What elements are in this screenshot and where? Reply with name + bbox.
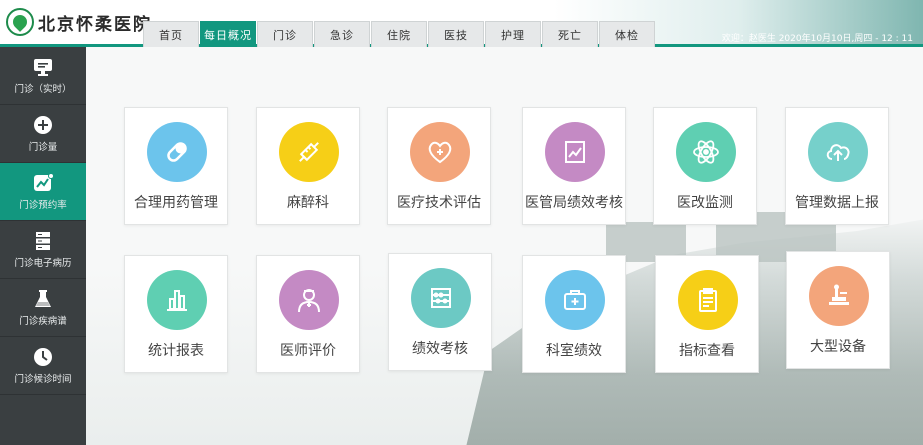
hospital-logo-icon — [6, 8, 34, 36]
sidebar-item-outpatient-realtime[interactable]: 门诊（实时） — [0, 47, 86, 105]
card-label: 医管局绩效考核 — [525, 195, 623, 211]
flask-icon — [32, 289, 54, 309]
card-label: 医师评价 — [280, 343, 336, 359]
card-label: 管理数据上报 — [795, 195, 879, 211]
tab-home[interactable]: 首页 — [143, 21, 199, 47]
card-anesthesiology[interactable]: 麻醉科 — [256, 107, 360, 225]
card-statistics-report[interactable]: 统计报表 — [124, 255, 228, 373]
card-label: 医改监测 — [677, 195, 733, 211]
tab-death[interactable]: 死亡 — [542, 21, 598, 47]
hospital-name: 北京怀柔医院 — [38, 15, 152, 35]
tab-inpatient[interactable]: 住院 — [371, 21, 427, 47]
pill-icon — [147, 122, 207, 182]
card-indicator-view[interactable]: 指标查看 — [655, 255, 759, 373]
main-content: 合理用药管理 麻醉科 医疗技术评估 医管局绩效考核 医改监测 管理数据上报 统计… — [86, 47, 923, 445]
scanner-icon — [809, 266, 869, 326]
card-department-performance[interactable]: 科室绩效 — [522, 255, 626, 373]
tab-medical-tech[interactable]: 医技 — [428, 21, 484, 47]
trend-chart-icon — [32, 172, 54, 193]
card-bureau-performance[interactable]: 医管局绩效考核 — [522, 107, 626, 225]
card-large-equipment[interactable]: 大型设备 — [786, 251, 890, 369]
clipboard-icon — [678, 270, 738, 330]
sidebar-item-label: 门诊量 — [28, 141, 58, 153]
sidebar-item-label: 门诊候诊时间 — [14, 373, 72, 385]
tab-daily-overview[interactable]: 每日概况 — [200, 21, 256, 47]
syringe-icon — [279, 122, 339, 182]
sidebar-item-label: 门诊疾病谱 — [19, 315, 67, 327]
plus-circle-icon — [32, 115, 54, 135]
sidebar-item-emr[interactable]: 门诊电子病历 — [0, 221, 86, 279]
sidebar-item-label: 门诊预约率 — [19, 199, 67, 211]
bar-chart-icon — [147, 270, 207, 330]
card-medical-reform-monitoring[interactable]: 医改监测 — [653, 107, 757, 225]
chart-board-icon — [545, 122, 605, 182]
card-label: 科室绩效 — [546, 343, 602, 359]
clock-icon — [32, 347, 54, 367]
tab-outpatient[interactable]: 门诊 — [257, 21, 313, 47]
sidebar-item-label: 门诊（实时） — [14, 83, 72, 95]
card-label: 合理用药管理 — [134, 195, 218, 211]
tab-nursing[interactable]: 护理 — [485, 21, 541, 47]
atom-icon — [676, 122, 736, 182]
card-label: 医疗技术评估 — [397, 195, 481, 211]
stethoscope-heart-icon — [410, 122, 470, 182]
cloud-upload-icon — [808, 122, 868, 182]
card-label: 麻醉科 — [287, 195, 329, 211]
card-performance-appraisal[interactable]: 绩效考核 — [388, 253, 492, 371]
card-rational-drug-use[interactable]: 合理用药管理 — [124, 107, 228, 225]
card-label: 指标查看 — [679, 343, 735, 359]
card-label: 统计报表 — [148, 343, 204, 359]
card-label: 大型设备 — [810, 339, 866, 355]
app-header: 北京怀柔医院 首页 每日概况 门诊 急诊 住院 医技 护理 死亡 体检 欢迎：赵… — [0, 0, 923, 47]
server-stack-icon — [32, 231, 54, 251]
medical-kit-icon — [545, 270, 605, 330]
sidebar-item-outpatient-volume[interactable]: 门诊量 — [0, 105, 86, 163]
card-data-reporting[interactable]: 管理数据上报 — [785, 107, 889, 225]
sidebar-item-label: 门诊电子病历 — [14, 257, 72, 269]
sidebar-item-disease-spectrum[interactable]: 门诊疾病谱 — [0, 279, 86, 337]
sidebar: 门诊（实时） 门诊量 门诊预约率 门诊电子病历 门诊疾病谱 门诊候诊时间 — [0, 47, 86, 445]
abacus-icon — [411, 268, 471, 328]
card-medical-tech-assessment[interactable]: 医疗技术评估 — [387, 107, 491, 225]
tab-emergency[interactable]: 急诊 — [314, 21, 370, 47]
tab-physical-exam[interactable]: 体检 — [599, 21, 655, 47]
top-nav-tabs: 首页 每日概况 门诊 急诊 住院 医技 护理 死亡 体检 — [143, 21, 656, 47]
monitor-icon — [32, 57, 54, 77]
sidebar-item-appointment-rate[interactable]: 门诊预约率 — [0, 163, 86, 221]
card-physician-evaluation[interactable]: 医师评价 — [256, 255, 360, 373]
sidebar-item-waiting-time[interactable]: 门诊候诊时间 — [0, 337, 86, 395]
doctor-icon — [279, 270, 339, 330]
welcome-datetime: 欢迎：赵医生 2020年10月10日,周四 - 12 : 11 — [721, 34, 913, 44]
card-label: 绩效考核 — [412, 341, 468, 357]
